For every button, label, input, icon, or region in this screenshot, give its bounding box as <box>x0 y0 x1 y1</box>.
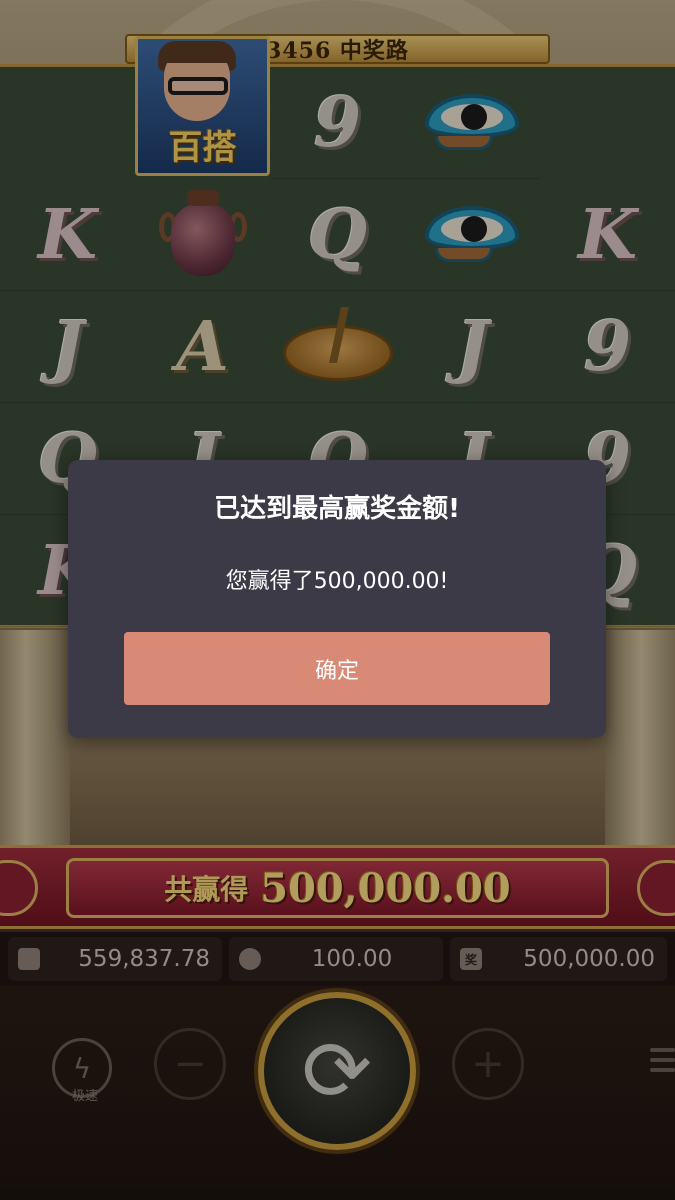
max-win-dialog: 已达到最高赢奖金额! 您赢得了500,000.00! 确定 <box>68 460 606 738</box>
game-stage: 3456 中奖路 K J Q K A J 9 Q Q <box>0 0 675 1200</box>
confirm-button[interactable]: 确定 <box>124 632 550 705</box>
dialog-message: 您赢得了500,000.00! <box>225 569 449 594</box>
dialog-title: 已达到最高赢奖金额! <box>214 494 460 524</box>
